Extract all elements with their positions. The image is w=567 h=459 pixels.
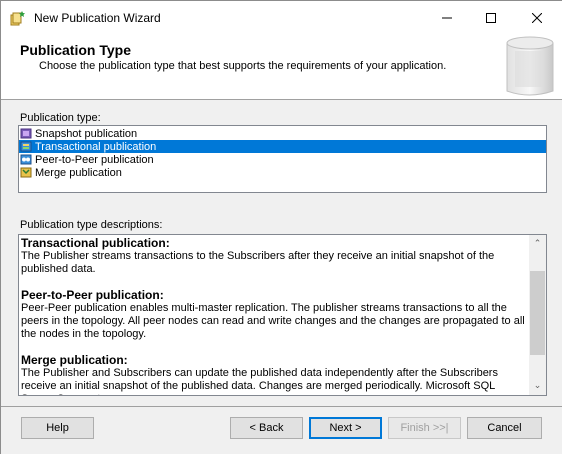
page-title: Publication Type — [20, 42, 131, 58]
next-button[interactable]: Next > — [309, 417, 382, 439]
scroll-thumb[interactable] — [530, 271, 545, 355]
list-item-peer-to-peer[interactable]: Peer-to-Peer publication — [19, 153, 546, 166]
finish-button[interactable]: Finish >>| — [388, 417, 461, 439]
publication-descriptions-box[interactable]: Transactional publication: The Publisher… — [18, 234, 547, 396]
list-item-label: Peer-to-Peer publication — [35, 153, 154, 166]
cancel-button[interactable]: Cancel — [467, 417, 542, 439]
wizard-header-graphic-icon — [506, 36, 554, 96]
maximize-icon — [486, 13, 496, 23]
descriptions-label: Publication type descriptions: — [20, 219, 163, 231]
list-item-snapshot[interactable]: Snapshot publication — [19, 127, 546, 140]
descriptions-content: Transactional publication: The Publisher… — [21, 237, 527, 396]
minimize-button[interactable] — [424, 1, 470, 35]
list-item-label: Snapshot publication — [35, 127, 138, 140]
back-button[interactable]: < Back — [230, 417, 303, 439]
descriptions-scrollbar[interactable]: ⌃ ⌄ — [529, 235, 546, 395]
wizard-header: Publication Type Choose the publication … — [1, 35, 562, 100]
description-heading: Merge publication: — [21, 353, 128, 367]
close-button[interactable] — [514, 1, 560, 35]
description-heading: Peer-to-Peer publication: — [21, 288, 164, 302]
scroll-down-button[interactable]: ⌄ — [529, 377, 546, 394]
footer-divider — [1, 406, 562, 407]
peer-to-peer-publication-icon — [20, 154, 32, 165]
merge-publication-icon — [20, 167, 32, 178]
chevron-up-icon: ⌃ — [533, 238, 542, 248]
close-icon — [532, 13, 542, 23]
page-subtitle: Choose the publication type that best su… — [39, 60, 447, 72]
description-heading: Transactional publication: — [21, 236, 170, 250]
snapshot-publication-icon — [20, 128, 32, 139]
scroll-up-button[interactable]: ⌃ — [529, 235, 546, 252]
maximize-button[interactable] — [468, 1, 514, 35]
publication-type-label: Publication type: — [20, 112, 101, 124]
wizard-app-icon — [10, 11, 25, 26]
list-item-label: Merge publication — [35, 166, 122, 179]
list-item-transactional[interactable]: Transactional publication — [19, 140, 546, 153]
description-text: The Publisher and Subscribers can update… — [21, 367, 498, 395]
description-text: Peer-Peer publication enables multi-mast… — [21, 302, 525, 340]
wizard-window: New Publication Wizard Publication Type … — [0, 0, 562, 454]
description-text: The Publisher streams transactions to th… — [21, 250, 495, 275]
chevron-down-icon: ⌄ — [533, 380, 542, 390]
window-title: New Publication Wizard — [34, 11, 161, 25]
transactional-publication-icon — [20, 141, 32, 152]
minimize-icon — [442, 17, 452, 19]
list-item-label: Transactional publication — [35, 140, 157, 153]
title-bar: New Publication Wizard — [1, 1, 562, 35]
list-item-merge[interactable]: Merge publication — [19, 166, 546, 179]
publication-type-list[interactable]: Snapshot publication Transactional publi… — [18, 125, 547, 193]
help-button[interactable]: Help — [21, 417, 94, 439]
